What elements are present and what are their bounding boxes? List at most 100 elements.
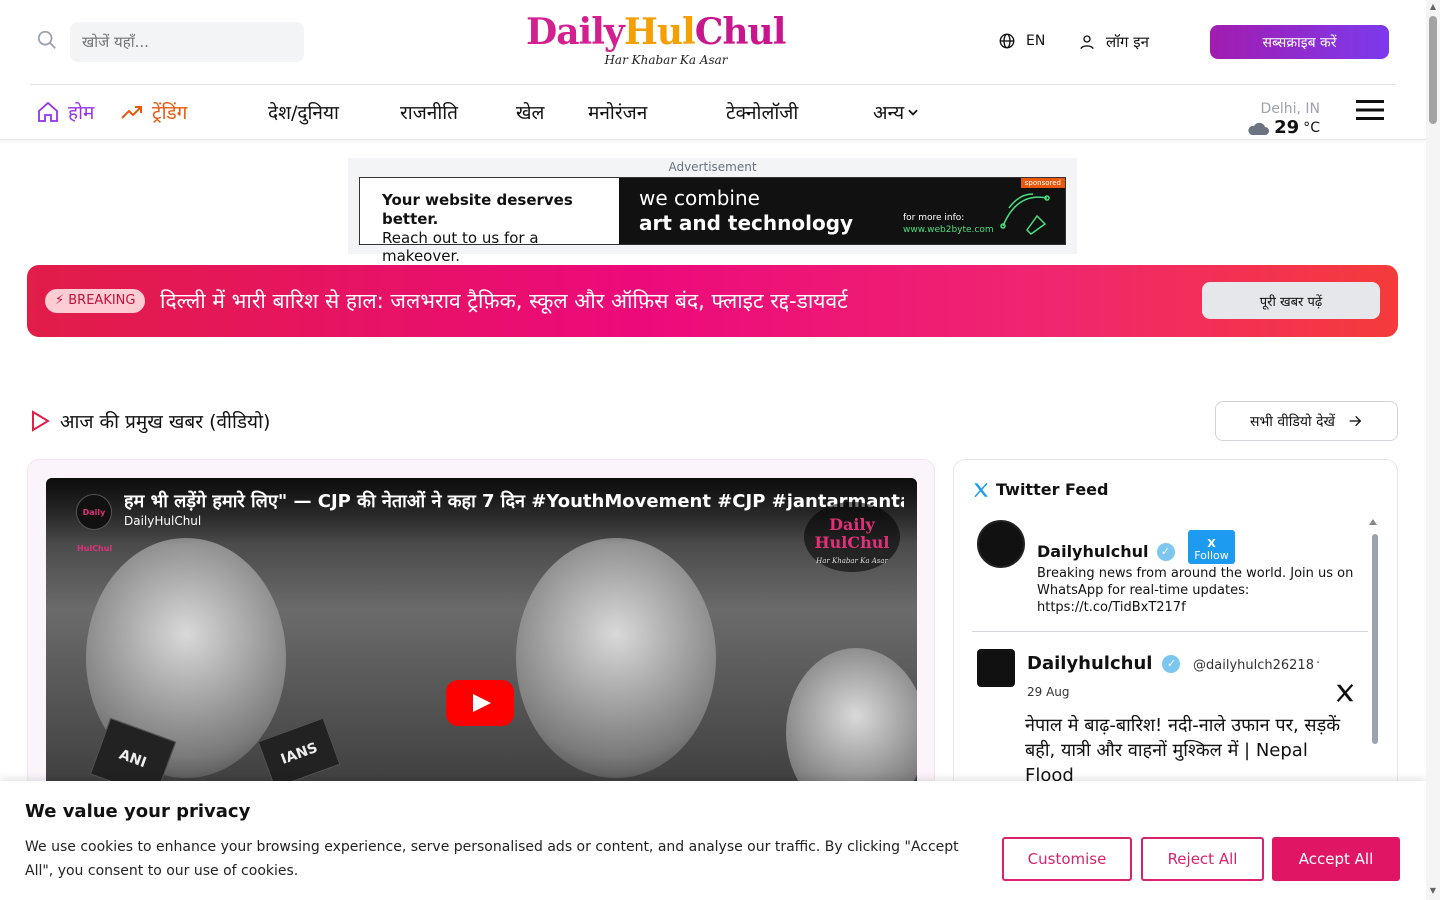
site-logo[interactable]: DailyHulChul Har Khabar Ka Asar (526, 11, 786, 72)
ad-headline: Your website deserves better. (382, 191, 573, 228)
video-channel[interactable]: DailyHulChul (124, 514, 201, 528)
globe-icon (999, 33, 1015, 49)
scroll-down-arrow-icon[interactable]: ▼ (1428, 886, 1438, 896)
ad-info-url: www.web2byte.com (903, 225, 994, 235)
subscribe-button[interactable]: सब्सक्राइब करें (1210, 25, 1389, 59)
tweet-handle[interactable]: @dailyhulch26218 (1193, 658, 1314, 673)
play-outline-icon (32, 410, 50, 432)
cookie-text: We use cookies to enhance your browsing … (25, 839, 959, 879)
profile-name[interactable]: Dailyhulchul (1037, 542, 1149, 561)
twitter-feed-header: Twitter Feed (972, 480, 1108, 499)
ad-subline: Reach out to us for a makeover. (382, 229, 539, 265)
video-title[interactable]: हम भी लड़ेंगे हमारे लिए" — CJP की नेताओं… (124, 490, 904, 514)
youtube-player[interactable]: ANI IANS Daily HulChul हम भी लड़ेंगे हमा… (46, 478, 917, 808)
cookie-title: We value your privacy (25, 801, 251, 822)
customise-button[interactable]: Customise (1002, 837, 1132, 881)
x-follow-icon: X (1207, 536, 1216, 550)
user-icon (1080, 35, 1094, 50)
verified-badge-icon: ✓ (1162, 654, 1181, 673)
twitter-feed-title: Twitter Feed (996, 480, 1109, 499)
ad-tagline-2: art and technology (639, 211, 854, 235)
weather-unit: °C (1303, 119, 1320, 136)
nav-item-home[interactable]: होम (36, 99, 94, 125)
tweet-avatar[interactable] (977, 649, 1015, 687)
nav-item-sports[interactable]: खेल (516, 99, 544, 125)
login-label: लॉग इन (1106, 33, 1149, 51)
view-all-label: सभी वीडियो देखें (1250, 413, 1335, 430)
page-scroll-thumb[interactable] (1429, 16, 1437, 124)
watermark-text: Daily HulChul (814, 515, 890, 552)
nav-item-world[interactable]: देश/दुनिया (268, 99, 339, 125)
tweet-date[interactable]: 29 Aug (1027, 685, 1070, 699)
verified-badge-icon: ✓ (1156, 542, 1175, 561)
page-scrollbar[interactable] (1426, 0, 1440, 900)
profile-bio: Breaking news from around the world. Joi… (1037, 566, 1354, 615)
nav-label: अन्य (873, 102, 905, 124)
chevron-down-icon (908, 109, 918, 116)
video-watermark: Daily HulChul Har Khabar Ka Asar (804, 502, 900, 572)
channel-avatar[interactable]: Daily HulChul (76, 494, 112, 553)
nav-label: ट्रेंडिंग (152, 102, 188, 124)
profile-avatar[interactable] (977, 520, 1025, 568)
breaking-news-banner: ⚡ BREAKING दिल्ली में भारी बारिश से हाल:… (27, 265, 1398, 337)
section-title: आज की प्रमुख खबर (वीडियो) (60, 411, 271, 433)
weather-widget: Delhi, IN 29 °C (1240, 101, 1320, 138)
ad-label: Advertisement (668, 160, 757, 174)
tweet-separator: · (1316, 656, 1321, 671)
nav-item-technology[interactable]: टेक्नोलॉजी (726, 99, 798, 125)
feed-divider (972, 631, 1368, 632)
search-icon[interactable] (36, 29, 58, 55)
menu-icon[interactable] (1356, 99, 1384, 121)
search-area (36, 22, 304, 62)
section-header: आज की प्रमुख खबर (वीडियो) (30, 408, 270, 434)
advertisement-slot: Advertisement Your website deserves bett… (348, 158, 1077, 265)
nav-item-trending[interactable]: ट्रेंडिंग (120, 99, 187, 125)
tweet-text[interactable]: नेपाल मे बाढ़-बारिश! नदी-नाले उफान पर, स… (1025, 713, 1361, 788)
page: DailyHulChul Har Khabar Ka Asar EN लॉग इ… (0, 0, 1440, 900)
main-nav: होम ट्रेंडिंग देश/दुनिया राजनीति खेल मनो… (0, 85, 1426, 140)
logo-tagline: Har Khabar Ka Asar (604, 53, 728, 67)
reject-all-button[interactable]: Reject All (1141, 837, 1264, 881)
breaking-badge: ⚡ BREAKING (45, 289, 146, 313)
login-link[interactable]: लॉग इन (1078, 32, 1149, 52)
weather-city: Delhi, IN (1260, 101, 1320, 117)
read-full-news-button[interactable]: पूरी खबर पढ़ें (1202, 282, 1380, 319)
nav-label: देश/दुनिया (268, 102, 339, 124)
follow-button[interactable]: X Follow (1188, 530, 1235, 564)
arrow-right-icon (1349, 415, 1362, 427)
accept-all-button[interactable]: Accept All (1272, 837, 1400, 881)
play-button-icon[interactable] (446, 680, 514, 726)
x-logo-icon[interactable] (1334, 682, 1356, 704)
view-all-videos-button[interactable]: सभी वीडियो देखें (1215, 401, 1398, 441)
ad-banner[interactable]: Your website deserves better. Reach out … (359, 177, 1066, 265)
logo-part-hul: Hul (623, 11, 696, 53)
scroll-up-arrow-icon[interactable]: ▲ (1428, 2, 1438, 12)
site-header: DailyHulChul Har Khabar Ka Asar EN लॉग इ… (0, 0, 1426, 84)
mic-label-2: IANS (257, 717, 341, 789)
twitter-feed-card: Twitter Feed Dailyhulchul ✓ X Follow Brea… (953, 459, 1398, 799)
pen-tool-icon (1000, 193, 1050, 235)
cloud-icon (1248, 122, 1270, 135)
breaking-headline[interactable]: दिल्ली में भारी बारिश से हाल: जलभराव ट्र… (160, 287, 848, 315)
search-input[interactable] (70, 22, 304, 62)
featured-video-card: ANI IANS Daily HulChul हम भी लड़ेंगे हमा… (27, 459, 935, 808)
nav-label: खेल (516, 102, 545, 124)
tweet-author-name[interactable]: Dailyhulchul (1027, 653, 1152, 674)
weather-temp: 29 (1274, 117, 1300, 138)
scroll-up-icon[interactable] (1368, 518, 1378, 526)
language-label: EN (1026, 33, 1046, 49)
logo-part-daily: Daily (526, 11, 625, 53)
logo-part-chul: Chul (694, 11, 787, 53)
profile-name-row: Dailyhulchul ✓ (1037, 542, 1175, 561)
language-selector[interactable]: EN (998, 32, 1045, 50)
x-logo-icon (974, 482, 988, 497)
ad-sponsored-badge: sponsored (1020, 178, 1065, 188)
home-icon (38, 101, 58, 122)
feed-scroll-thumb[interactable] (1372, 534, 1378, 744)
cookie-consent-banner: We value your privacy We use cookies to … (0, 781, 1426, 900)
nav-item-more[interactable]: अन्य (873, 99, 920, 125)
nav-item-entertainment[interactable]: मनोरंजन (588, 99, 647, 125)
nav-label: होम (68, 102, 95, 124)
nav-item-politics[interactable]: राजनीति (400, 99, 458, 125)
nav-label: मनोरंजन (588, 102, 648, 124)
